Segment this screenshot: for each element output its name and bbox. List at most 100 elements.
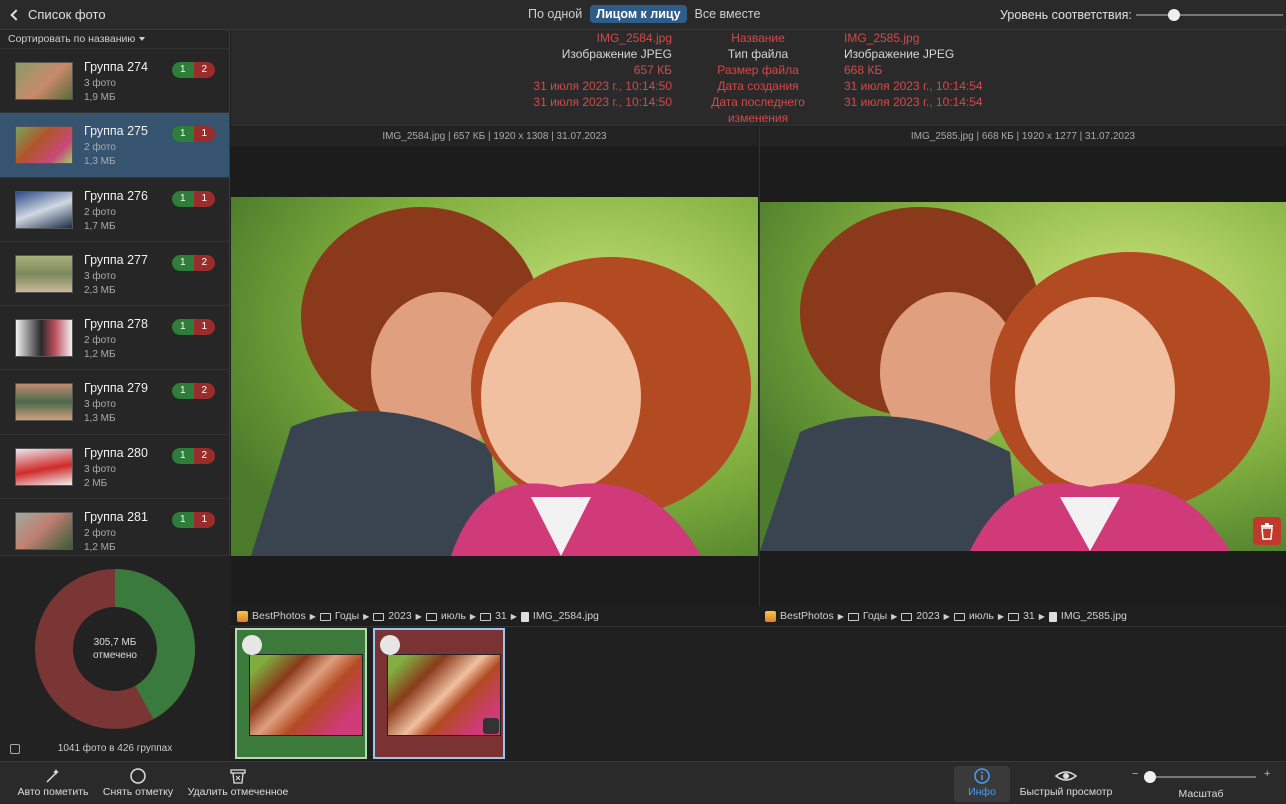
back-button[interactable]: Список фото	[10, 7, 106, 22]
path-segment[interactable]: BestPhotos	[780, 607, 834, 626]
eye-icon	[1016, 766, 1116, 786]
path-segment[interactable]: 2023	[916, 607, 939, 626]
label-size: Размер файла	[717, 63, 799, 77]
group-name: Группа 280	[84, 445, 148, 460]
right-name: IMG_2585.jpg	[844, 31, 920, 45]
path-segment[interactable]: 31	[1023, 607, 1035, 626]
remove-count: 2	[193, 62, 215, 78]
filmstrip-thumb-keep[interactable]	[235, 628, 367, 759]
remove-count: 2	[193, 447, 215, 464]
group-name: Группа 274	[84, 60, 148, 74]
sort-dropdown[interactable]: Сортировать по названию	[0, 30, 229, 48]
camera-badge-icon	[242, 635, 262, 655]
right-photo-header: IMG_2585.jpg | 668 КБ | 1920 x 1277 | 31…	[759, 127, 1286, 146]
group-item[interactable]: Группа 279 3 фото 1,3 МБ 12	[0, 370, 229, 435]
chevron-left-icon	[10, 8, 22, 21]
left-photo-pane[interactable]	[231, 146, 758, 606]
left-path-bar: BestPhotos ▶ Годы ▶ 2023 ▶ июль ▶ 31 ▶ I…	[231, 607, 758, 626]
filmstrip-thumb-remove[interactable]	[373, 628, 505, 759]
group-thumbnail	[15, 447, 73, 486]
trash-icon	[184, 766, 292, 786]
group-item[interactable]: Группа 275 2 фото 1,3 МБ 11	[0, 113, 229, 178]
keep-count: 1	[172, 126, 194, 143]
info-icon	[954, 766, 1010, 786]
caret-down-icon	[139, 37, 146, 42]
magic-wand-icon	[14, 766, 92, 786]
group-count: 2 фото	[84, 206, 116, 218]
left-photo-header: IMG_2584.jpg | 657 КБ | 1920 x 1308 | 31…	[231, 127, 758, 146]
delete-marked-button[interactable]: Удалить отмеченное	[184, 766, 292, 798]
group-item[interactable]: Группа 274 3 фото 1,9 МБ 12	[0, 49, 229, 114]
path-segment[interactable]: 2023	[388, 607, 411, 626]
match-level-label: Уровень соответствия:	[1000, 8, 1132, 22]
path-segment[interactable]: 31	[495, 607, 507, 626]
path-segment[interactable]: BestPhotos	[252, 607, 306, 626]
unmark-button[interactable]: Снять отметку	[100, 766, 176, 798]
top-bar: Список фото По одной Лицом к лицу Все вм…	[0, 0, 1286, 30]
zoom-knob[interactable]	[1144, 771, 1156, 783]
bottom-toolbar: Авто пометить Снять отметку Удалить отме…	[0, 761, 1286, 804]
remove-count: 1	[193, 512, 215, 529]
label-name: Название	[731, 31, 785, 45]
group-thumbnail	[15, 126, 73, 165]
zoom-plus-icon[interactable]: +	[1264, 768, 1270, 780]
group-thumbnail	[15, 254, 73, 293]
match-level-knob[interactable]	[1168, 9, 1180, 21]
group-item[interactable]: Группа 277 3 фото 2,3 МБ 12	[0, 242, 229, 307]
group-count: 3 фото	[84, 270, 116, 282]
unmark-label: Снять отметку	[102, 786, 174, 798]
path-segment[interactable]: июль	[969, 607, 994, 626]
group-size: 1,3 МБ	[84, 413, 116, 425]
sort-label: Сортировать по названию	[8, 33, 136, 45]
group-item[interactable]: Группа 280 3 фото 2 МБ 12	[0, 435, 229, 500]
group-size: 1,9 МБ	[84, 92, 116, 103]
path-arrow-icon: ▶	[363, 612, 370, 621]
keep-count: 1	[172, 512, 194, 529]
mode-face-to-face[interactable]: Лицом к лицу	[590, 5, 687, 23]
right-path-bar: BestPhotos ▶ Годы ▶ 2023 ▶ июль ▶ 31 ▶ I…	[759, 607, 1286, 626]
trash-icon[interactable]	[483, 718, 499, 734]
path-file[interactable]: IMG_2585.jpg	[1061, 607, 1127, 626]
mode-all-together[interactable]: Все вместе	[689, 5, 767, 23]
path-arrow-icon: ▶	[997, 612, 1005, 621]
right-photo-pane[interactable]	[759, 146, 1286, 606]
path-file[interactable]: IMG_2584.jpg	[533, 607, 599, 626]
group-item[interactable]: Группа 276 2 фото 1,7 МБ 11	[0, 178, 229, 242]
quick-look-label: Быстрый просмотр	[1019, 786, 1113, 798]
trash-icon	[1261, 523, 1273, 540]
path-arrow-icon: ▶	[309, 612, 316, 621]
folder-icon	[1008, 612, 1020, 621]
app-window: Список фото По одной Лицом к лицу Все вм…	[0, 0, 1286, 804]
path-segment[interactable]: Годы	[863, 607, 887, 626]
label-modified: Дата последнего изменения	[711, 95, 805, 125]
group-sidebar: Сортировать по названию Группа 274 3 фот…	[0, 30, 230, 761]
group-size: 1,7 МБ	[84, 220, 116, 232]
delete-photo-button[interactable]	[1253, 517, 1281, 545]
group-thumbnail	[15, 319, 73, 358]
zoom-slider[interactable]: − +	[1132, 768, 1274, 788]
path-segment[interactable]: Годы	[335, 607, 359, 626]
left-type: Изображение JPEG	[561, 47, 672, 61]
group-item[interactable]: Группа 278 2 фото 1,2 МБ 11	[0, 306, 229, 371]
quick-look-button[interactable]: Быстрый просмотр	[1016, 766, 1116, 798]
marked-size: 305,7 МБ	[93, 637, 137, 648]
group-item[interactable]: Группа 281 2 фото 1,2 МБ 11	[0, 499, 229, 554]
keep-count: 1	[172, 383, 194, 400]
info-button[interactable]: Инфо	[954, 766, 1010, 802]
path-arrow-icon: ▶	[1038, 612, 1045, 621]
remove-count: 2	[193, 383, 215, 400]
right-type: Изображение JPEG	[844, 47, 955, 61]
remove-count: 1	[193, 319, 215, 336]
zoom-track[interactable]	[1146, 776, 1256, 778]
delete-marked-label: Удалить отмеченное	[187, 786, 289, 798]
match-level-slider[interactable]	[1136, 9, 1283, 21]
group-badge: 12	[172, 447, 215, 464]
remove-count: 1	[193, 126, 215, 143]
label-type: Тип файла	[727, 47, 789, 61]
path-segment[interactable]: июль	[441, 607, 466, 626]
group-name: Группа 279	[84, 381, 148, 396]
group-name: Группа 276	[84, 188, 148, 203]
mode-one-by-one[interactable]: По одной	[522, 5, 588, 23]
auto-mark-button[interactable]: Авто пометить	[14, 766, 92, 798]
zoom-minus-icon[interactable]: −	[1132, 768, 1138, 780]
